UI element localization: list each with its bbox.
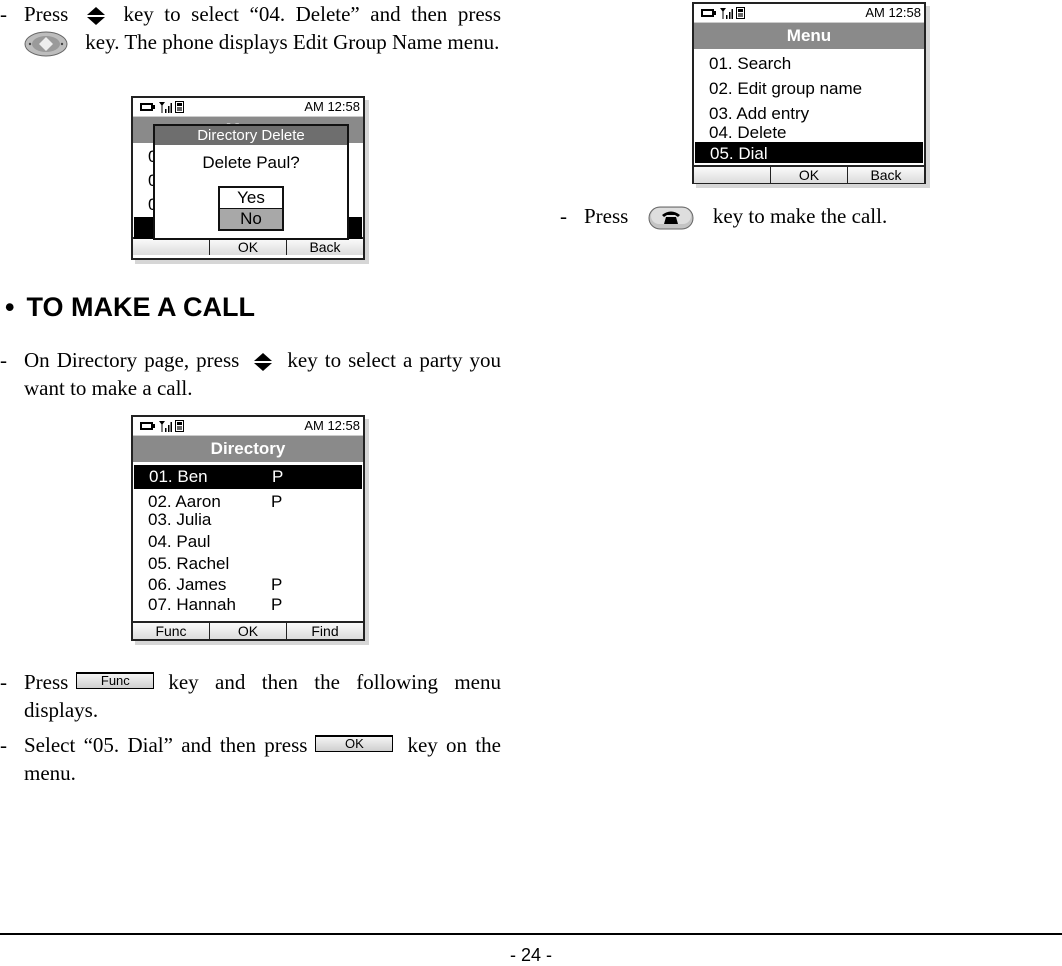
navigation-key-icon (24, 31, 68, 57)
signal-icon (159, 102, 172, 113)
softkey-bar: OK Back (694, 165, 924, 183)
delete-dialog: Directory Delete Delete Paul? Yes No (153, 124, 349, 240)
intro-paragraph: - Press key to select “04. Delete” and t… (0, 0, 501, 57)
softkey-bar: Func OK Find (133, 621, 363, 639)
softkey-left[interactable] (694, 167, 770, 183)
directory-entry[interactable]: 05. Rachel (133, 553, 363, 574)
footer-divider (0, 933, 1062, 935)
call-key-icon (648, 206, 694, 230)
handset-icon (175, 420, 184, 432)
step1-paragraph: - On Directory page, press key to select… (0, 346, 501, 402)
option-no[interactable]: No (220, 209, 282, 229)
bullet: • (5, 292, 15, 322)
menu-item-delete[interactable]: 04. Delete (694, 124, 924, 142)
step1-text-a: On Directory page, press (24, 348, 240, 372)
directory-entry[interactable]: 06. James P (133, 574, 363, 595)
menu-item-add-entry[interactable]: 03. Add entry (694, 101, 924, 124)
list-dash: - (560, 204, 567, 228)
step4-text-a: Press (584, 204, 629, 228)
menu-list: 01. Search 02. Edit group name 03. Add e… (694, 49, 924, 165)
menu-item-dial[interactable]: 05. Dial (695, 142, 923, 163)
dialog-title: Directory Delete (155, 126, 347, 145)
signal-icon (720, 8, 733, 19)
handset-icon (736, 7, 745, 19)
list-dash: - (0, 2, 7, 26)
directory-entry[interactable]: 04. Paul (133, 531, 363, 553)
status-bar: AM 12:58 (133, 98, 363, 117)
list-dash: - (0, 348, 7, 372)
clock-time: AM 12:58 (304, 418, 360, 433)
page-number: - 24 - (509, 945, 552, 965)
heading-text: TO MAKE A CALL (26, 292, 255, 322)
softkey-back[interactable]: Back (286, 239, 363, 255)
up-down-arrow-icon (86, 7, 105, 26)
up-down-arrow-icon (254, 353, 273, 372)
list-dash: - (0, 733, 7, 757)
battery-icon (140, 103, 155, 111)
softkey-left[interactable] (133, 239, 209, 255)
battery-icon (140, 422, 155, 430)
battery-icon (701, 9, 716, 17)
softkey-ok[interactable]: OK (209, 239, 286, 255)
softkey-back[interactable]: Back (847, 167, 924, 183)
step2-paragraph: - Press Func key and then the following me… (0, 668, 501, 724)
step4-text-b: key to make the call. (712, 204, 888, 228)
softkey-ok[interactable]: OK (209, 623, 286, 639)
clock-time: AM 12:58 (304, 99, 360, 114)
intro-text-c: key. The phone displays Edit Group Name … (85, 30, 500, 54)
status-bar: AM 12:58 (694, 4, 924, 23)
func-key-icon: Func (76, 671, 155, 689)
list-dash: - (0, 670, 7, 694)
clock-time: AM 12:58 (865, 5, 921, 20)
screen-title: Menu (694, 23, 924, 49)
directory-entry[interactable]: 02. Aaron P (133, 489, 363, 511)
directory-list: 01. Ben P 02. Aaron P 03. Julia 04. Paul 0… (133, 462, 363, 621)
softkey-func[interactable]: Func (133, 623, 209, 639)
directory-entry[interactable]: 03. Julia (133, 511, 363, 531)
step4-paragraph: - Press key to make the call. (560, 202, 984, 231)
handset-icon (175, 101, 184, 113)
phone-screen-directory: AM 12:58 Directory 01. Ben P 02. Aaron P 0… (131, 415, 365, 641)
status-bar: AM 12:58 (133, 417, 363, 436)
directory-entry[interactable]: 07. Hannah P (133, 595, 363, 616)
step3-paragraph: - Select “05. Dial” and then press OK key … (0, 731, 501, 787)
step2-text-a: Press (24, 670, 69, 694)
menu-item-search[interactable]: 01. Search (694, 51, 924, 76)
menu-item-edit-group-name[interactable]: 02. Edit group name (694, 76, 924, 101)
dialog-message: Delete Paul? (202, 153, 300, 172)
softkey-ok[interactable]: OK (770, 167, 847, 183)
intro-text-b: key to select “04. Delete” and then pres… (123, 2, 501, 26)
option-yes[interactable]: Yes (220, 188, 282, 209)
signal-icon (159, 421, 172, 432)
softkey-find[interactable]: Find (286, 623, 363, 639)
screen-title: Directory (133, 436, 363, 462)
phone-screen-delete: AM 12:58 Menu 0 0 0 OK Back Directory De… (131, 96, 365, 260)
step3-text-a: Select “05. Dial” and then press (24, 733, 308, 757)
phone-screen-menu: AM 12:58 Menu 01. Search 02. Edit group … (692, 2, 926, 184)
directory-entry[interactable]: 01. Ben P (134, 465, 362, 489)
section-heading: • TO MAKE A CALL (5, 292, 255, 323)
ok-key-icon: OK (315, 734, 394, 752)
intro-text-a: Press (24, 2, 69, 26)
dialog-options: Yes No (218, 186, 284, 231)
